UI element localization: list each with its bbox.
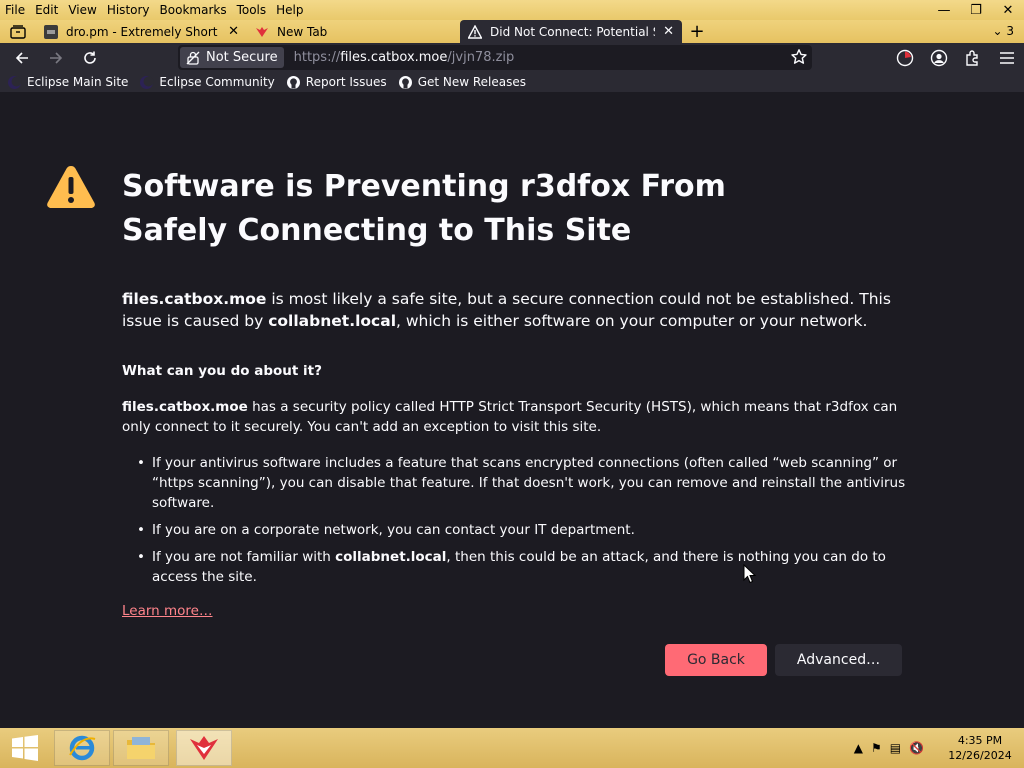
windows-logo-icon — [12, 735, 38, 761]
not-secure-indicator[interactable]: Not Secure — [180, 47, 284, 68]
tip-antivirus: If your antivirus software includes a fe… — [137, 453, 912, 513]
advanced-button[interactable]: Advanced… — [775, 644, 902, 676]
minimize-icon[interactable]: — — [928, 0, 960, 20]
taskbar-r3dfox[interactable] — [176, 730, 232, 766]
hsts-explanation: files.catbox.moe has a security policy c… — [122, 397, 912, 437]
tab-label: dro.pm - Extremely Short Links — [66, 24, 220, 39]
tips-list: If your antivirus software includes a fe… — [137, 453, 912, 594]
toolbar-right — [888, 43, 1024, 72]
url-bar[interactable]: Not Secure https://files.catbox.moe/jvjn… — [178, 45, 812, 70]
warning-favicon-icon — [468, 24, 482, 39]
bookmark-label: Eclipse Main Site — [27, 75, 129, 89]
mouse-cursor-icon — [743, 564, 757, 584]
menu-help[interactable]: Help — [271, 0, 308, 20]
bookmark-eclipse-main-site[interactable]: Eclipse Main Site — [7, 75, 128, 90]
github-icon — [398, 75, 412, 89]
bookmark-eclipse-community[interactable]: Eclipse Community — [139, 75, 275, 90]
tab-count: 3 — [1006, 24, 1014, 38]
url-prefix: https:// — [293, 50, 341, 65]
r3dfox-favicon-icon — [256, 26, 268, 37]
url-host: files.catbox.moe — [340, 50, 448, 65]
taskbar: ▲ ⚑ ▤ 🔇 4:35 PM 12/26/2024 — [0, 728, 1024, 768]
tab-did-not-connect[interactable]: Did Not Connect: Potential Security Issu… — [460, 20, 682, 43]
show-hidden-icons-icon[interactable]: ▲ — [854, 741, 863, 755]
restore-icon[interactable]: ❐ — [960, 0, 992, 20]
new-tab-icon[interactable]: + — [682, 21, 712, 42]
menu-bar: File Edit View History Bookmarks Tools H… — [0, 0, 1024, 20]
volume-muted-icon[interactable]: 🔇 — [909, 741, 924, 755]
tracking-protection-icon[interactable] — [888, 43, 922, 72]
back-icon[interactable] — [5, 43, 39, 72]
bookmark-get-new-releases[interactable]: Get New Releases — [398, 75, 526, 90]
intro-mitm-host: collabnet.local — [268, 312, 397, 330]
tab-new-tab[interactable]: New Tab — [247, 20, 460, 43]
learn-more-link[interactable]: Learn more… — [122, 603, 213, 619]
page-title: Software is Preventing r3dfox From Safel… — [122, 169, 726, 248]
reload-icon[interactable] — [73, 43, 107, 72]
tab-label: Did Not Connect: Potential Security Issu… — [490, 24, 655, 39]
tip3-text-a: If you are not familiar with — [152, 549, 336, 565]
taskbar-file-explorer[interactable] — [113, 730, 169, 766]
forward-icon[interactable] — [39, 43, 73, 72]
menu-edit[interactable]: Edit — [30, 0, 63, 20]
taskbar-internet-explorer[interactable] — [54, 730, 110, 766]
intro-text-2: , which is either software on your compu… — [396, 312, 868, 330]
tab-strip: dro.pm - Extremely Short Links ✕ New Tab… — [0, 20, 1024, 43]
eclipse-icon — [140, 75, 154, 89]
error-page: Software is Preventing r3dfox From Safel… — [0, 92, 1024, 728]
bookmark-label: Eclipse Community — [159, 75, 275, 89]
tab-label: New Tab — [277, 24, 328, 39]
tab-manager-icon[interactable] — [0, 20, 36, 43]
warning-icon — [47, 166, 95, 208]
system-tray: ▲ ⚑ ▤ 🔇 4:35 PM 12/26/2024 — [850, 728, 1024, 768]
close-tab-icon[interactable]: ✕ — [663, 24, 674, 39]
intro-host: files.catbox.moe — [122, 290, 267, 308]
github-icon — [286, 75, 300, 89]
account-icon[interactable] — [922, 43, 956, 72]
bookmark-label: Report Issues — [305, 75, 387, 89]
bookmark-report-issues[interactable]: Report Issues — [286, 75, 387, 90]
tab-dro-pm[interactable]: dro.pm - Extremely Short Links ✕ — [36, 20, 247, 43]
network-icon[interactable]: ▤ — [890, 741, 901, 755]
navigation-bar: Not Secure https://files.catbox.moe/jvjn… — [0, 43, 1024, 72]
window-controls: — ❐ ✕ — [928, 0, 1024, 20]
menu-bookmarks[interactable]: Bookmarks — [155, 0, 232, 20]
list-all-tabs-button[interactable]: ⌄ 3 — [992, 20, 1014, 43]
clock[interactable]: 4:35 PM 12/26/2024 — [936, 733, 1024, 763]
action-center-flag-icon[interactable]: ⚑ — [871, 741, 882, 755]
tip-corporate-network: If you are on a corporate network, you c… — [137, 520, 912, 540]
hsts-host: files.catbox.moe — [122, 399, 248, 415]
menu-file[interactable]: File — [0, 0, 30, 20]
url-text: https://files.catbox.moe/jvjn78.zip — [294, 50, 515, 65]
start-button[interactable] — [4, 732, 46, 764]
menu-history[interactable]: History — [102, 0, 155, 20]
security-label: Not Secure — [206, 50, 278, 65]
close-window-icon[interactable]: ✕ — [992, 0, 1024, 20]
bookmark-star-icon[interactable] — [790, 48, 808, 66]
tip-attack: If you are not familiar with collabnet.l… — [137, 547, 912, 587]
internet-explorer-icon — [69, 735, 96, 761]
error-intro: files.catbox.moe is most likely a safe s… — [122, 288, 912, 332]
dro-pm-favicon-icon — [44, 24, 58, 39]
bookmark-label: Get New Releases — [417, 75, 527, 89]
extensions-icon[interactable] — [956, 43, 990, 72]
eclipse-icon — [8, 75, 22, 89]
go-back-button[interactable]: Go Back — [665, 644, 767, 676]
r3dfox-icon — [190, 736, 218, 760]
menu-hamburger-icon[interactable] — [990, 43, 1024, 72]
menu-view[interactable]: View — [63, 0, 101, 20]
clock-date: 12/26/2024 — [948, 749, 1012, 762]
url-path: /jvjn78.zip — [447, 50, 515, 65]
what-can-you-do-heading: What can you do about it? — [122, 363, 322, 379]
bookmarks-toolbar: Eclipse Main Site Eclipse Community Repo… — [0, 72, 1024, 92]
file-explorer-icon — [127, 737, 155, 759]
menu-tools[interactable]: Tools — [232, 0, 272, 20]
tip3-host: collabnet.local — [335, 549, 447, 565]
clock-time: 4:35 PM — [957, 734, 1003, 747]
insecure-lock-icon — [186, 51, 200, 65]
close-tab-icon[interactable]: ✕ — [228, 24, 239, 39]
